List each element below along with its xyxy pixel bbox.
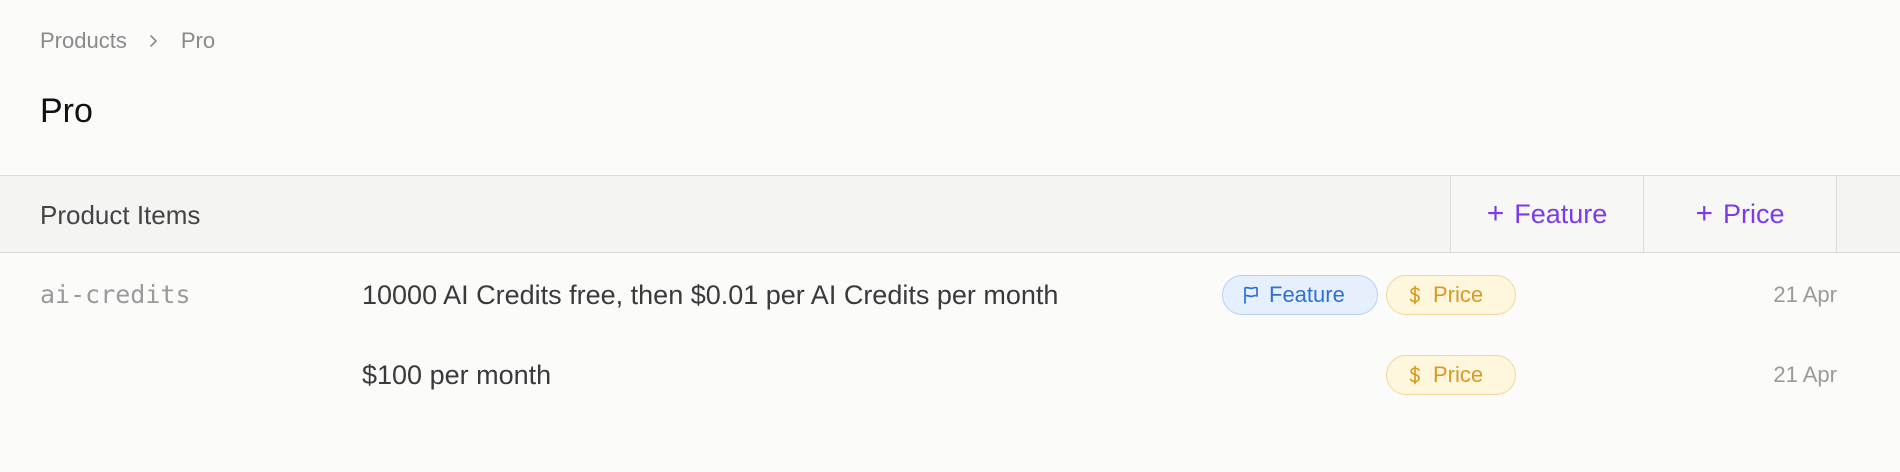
price-badge: Price [1386, 275, 1516, 315]
price-badge-label: Price [1433, 282, 1484, 307]
add-price-button[interactable]: + Price [1643, 176, 1837, 252]
add-feature-button[interactable]: + Feature [1450, 176, 1643, 252]
item-description: $100 per month [362, 360, 552, 390]
item-description: 10000 AI Credits free, then $0.01 per AI… [362, 280, 1059, 310]
chevron-right-icon [150, 35, 157, 47]
feature-badge-label: Feature [1269, 282, 1345, 307]
product-item-row[interactable]: ai-credits 10000 AI Credits free, then $… [0, 255, 1900, 335]
section-title: Product Items [40, 200, 201, 230]
price-badge-label: Price [1433, 362, 1484, 387]
plus-icon: + [1695, 197, 1713, 230]
breadcrumb-current: Pro [180, 28, 216, 53]
add-price-label: Price [1723, 198, 1785, 229]
breadcrumb: Products Pro [40, 28, 215, 54]
price-badge: Price [1386, 355, 1516, 395]
page-title: Pro [40, 92, 93, 130]
add-feature-label: Feature [1514, 198, 1608, 229]
flag-icon [1244, 286, 1258, 304]
feature-badge: Feature [1222, 275, 1378, 315]
dollar-icon [1409, 365, 1420, 385]
item-feature-id: ai-credits [40, 280, 191, 309]
product-item-row[interactable]: $100 per month Price 21 Apr [0, 335, 1900, 415]
plus-icon: + [1486, 197, 1505, 230]
dollar-icon [1409, 285, 1420, 305]
item-date: 21 Apr [1773, 282, 1837, 307]
breadcrumb-products-link[interactable]: Products [40, 28, 127, 54]
item-date: 21 Apr [1773, 362, 1837, 387]
product-items-header: Product Items + Feature + Price [0, 175, 1900, 253]
